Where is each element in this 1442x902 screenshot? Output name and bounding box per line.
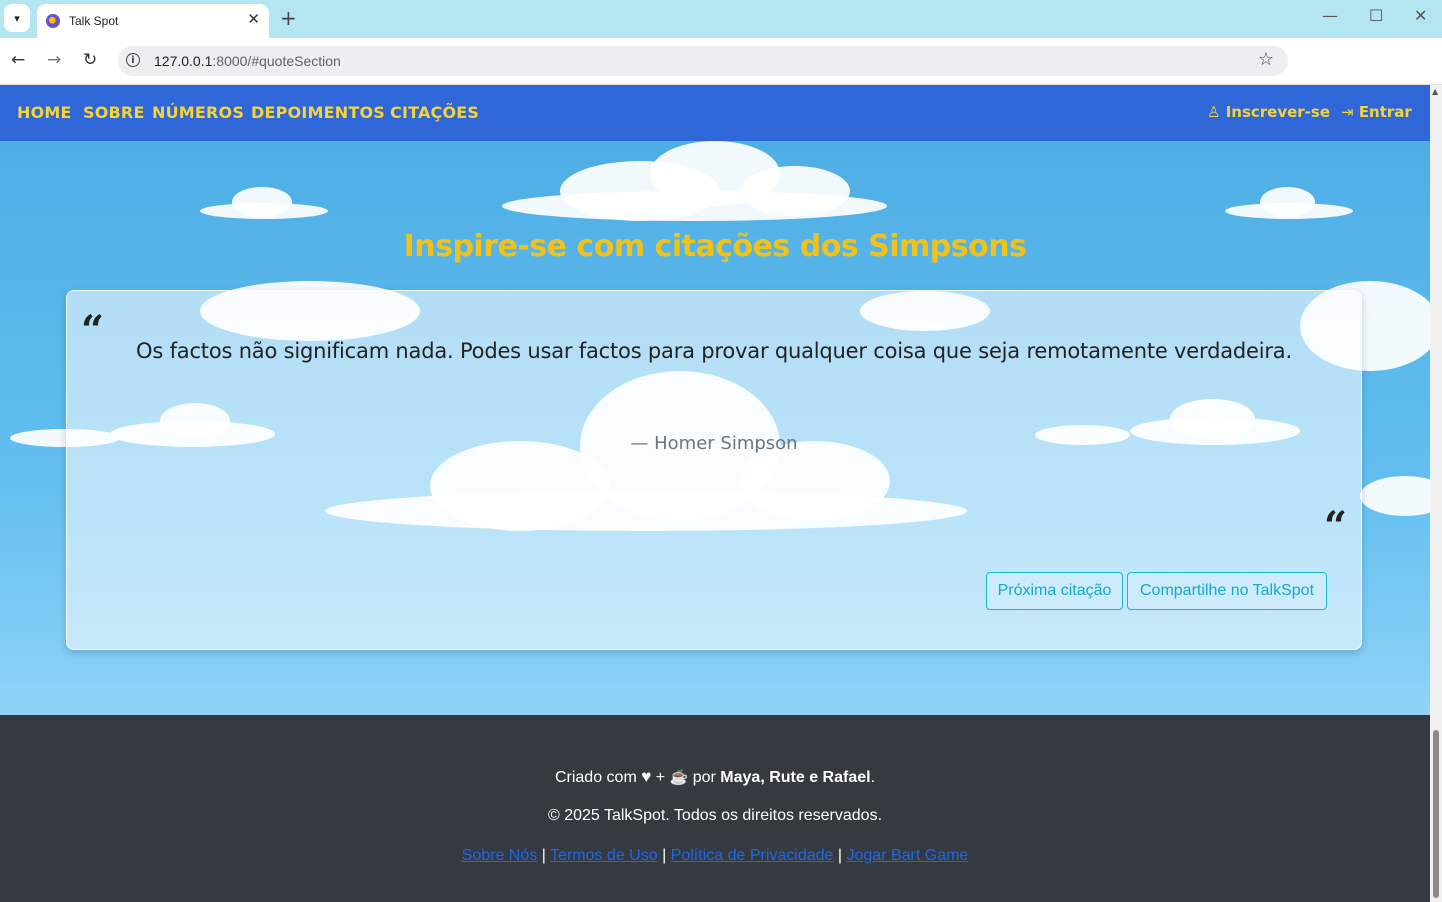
share-talkspot-button[interactable]: Compartilhe no TalkSpot [1127,572,1327,610]
quote-text: Os factos não significam nada. Podes usa… [136,339,1292,363]
reload-button[interactable]: ↻ [83,50,97,70]
scroll-thumb[interactable] [1433,730,1439,898]
bookmark-star-icon[interactable]: ☆ [1258,49,1274,70]
footer-link-bart-game[interactable]: Jogar Bart Game [847,847,969,864]
back-button[interactable]: ← [11,50,25,70]
login-icon: ⇥ [1341,103,1354,121]
footer-link-sobre-nos[interactable]: Sobre Nós [462,847,538,864]
site-navbar: HOME SOBRE NÚMEROS DEPOIMENTOS CITAÇÕES … [0,85,1430,141]
footer-authors: Maya, Rute e Rafael [720,769,871,786]
page-scrollbar[interactable]: ▲ [1430,85,1442,902]
address-bar[interactable]: i 127.0.0.1:8000/#quoteSection ☆ [118,46,1288,76]
quote-close-icon: “ [1323,503,1347,550]
quote-card: “ Os factos não significam nada. Podes u… [66,290,1362,650]
new-tab-button[interactable]: + [280,6,297,30]
section-title: Inspire-se com citações dos Simpsons [403,229,1027,264]
login-link[interactable]: ⇥ Entrar [1341,103,1412,121]
nav-home[interactable]: HOME [17,103,72,122]
footer-links: Sobre Nós | Termos de Uso | Política de … [461,847,969,864]
minimize-button[interactable]: — [1322,6,1338,25]
forward-button[interactable]: → [47,50,61,70]
footer-credits: Criado com ♥ + ☕ por Maya, Rute e Rafael… [554,767,876,786]
tab-title: Talk Spot [69,14,119,28]
url-text[interactable]: 127.0.0.1:8000/#quoteSection [154,53,341,69]
browser-tabstrip: ▾ Talk Spot ✕ + — ☐ ✕ [0,0,1442,38]
close-window-button[interactable]: ✕ [1414,6,1427,25]
maximize-button[interactable]: ☐ [1369,6,1383,25]
footer-link-termos[interactable]: Termos de Uso [550,847,658,864]
footer-link-privacidade[interactable]: Política de Privacidade [671,847,834,864]
nav-numeros[interactable]: NÚMEROS [152,103,244,122]
quote-author: — Homer Simpson [630,433,798,454]
signup-link[interactable]: ♙ Inscrever-se [1207,103,1330,121]
scroll-up-icon[interactable]: ▲ [1432,87,1438,96]
page-viewport: HOME SOBRE NÚMEROS DEPOIMENTOS CITAÇÕES … [0,85,1430,902]
coffee-icon: ☕ [669,769,689,786]
browser-toolbar: ← → ↻ i 127.0.0.1:8000/#quoteSection ☆ [0,38,1442,85]
nav-sobre[interactable]: SOBRE [83,103,145,122]
quote-section: Inspire-se com citações dos Simpsons “ O… [0,141,1430,715]
tab-search-button[interactable]: ▾ [4,4,30,32]
heart-icon: ♥ [641,767,652,786]
browser-tab[interactable]: Talk Spot ✕ [37,4,269,38]
tab-close-icon[interactable]: ✕ [247,10,260,28]
nav-citacoes[interactable]: CITAÇÕES [390,103,479,122]
site-favicon-icon [46,14,60,28]
user-icon: ♙ [1207,103,1221,121]
nav-depoimentos[interactable]: DEPOIMENTOS [251,103,385,122]
next-quote-button[interactable]: Próxima citação [986,572,1123,610]
site-footer: Criado com ♥ + ☕ por Maya, Rute e Rafael… [0,715,1430,902]
footer-copyright: © 2025 TalkSpot. Todos os direitos reser… [547,807,883,824]
site-info-icon[interactable]: i [126,53,140,67]
